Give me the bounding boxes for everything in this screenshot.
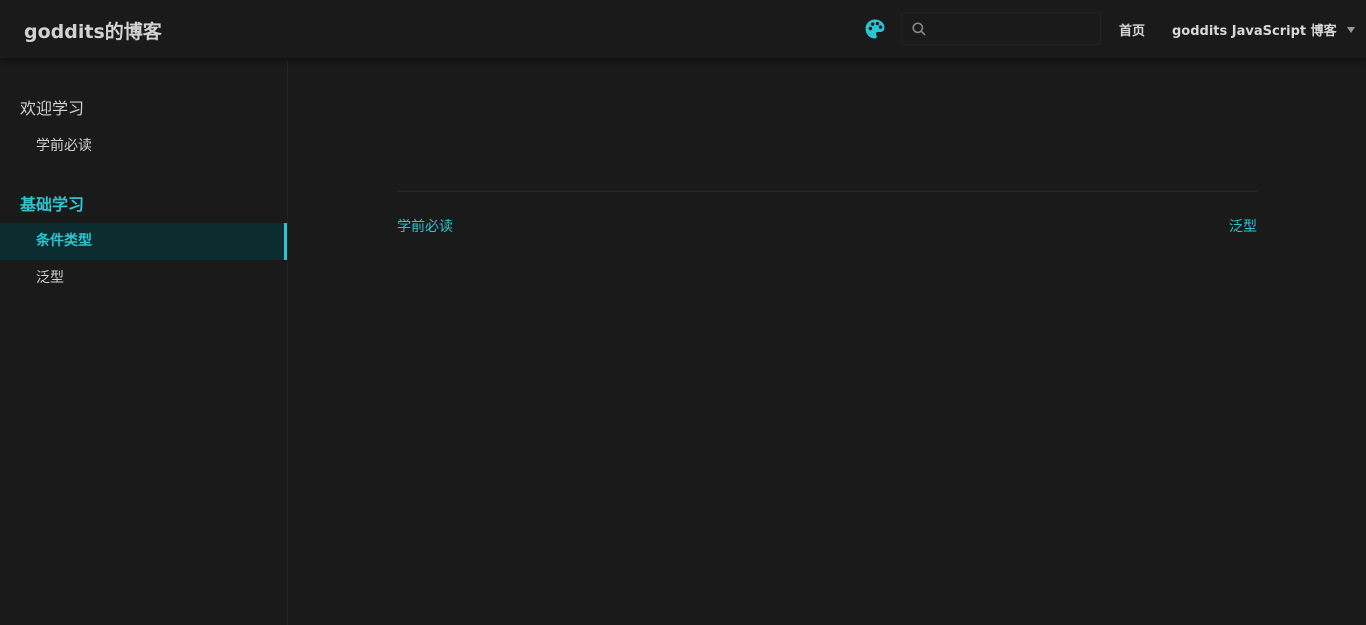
caret-down-icon (1346, 27, 1355, 33)
search-icon (911, 21, 927, 37)
sidebar-item-generics[interactable]: 泛型 (0, 260, 287, 297)
site-name[interactable]: goddits的博客 (24, 17, 162, 44)
search-input[interactable] (932, 13, 1096, 44)
nav-link-home[interactable]: 首页 (1119, 20, 1145, 39)
prev-page-link[interactable]: 学前必读 (397, 216, 453, 236)
navbar: goddits的博客 首页 goddits JavaScript 博客 (0, 0, 1366, 58)
nav-dropdown-blog[interactable]: goddits JavaScript 博客 (1172, 20, 1355, 39)
sidebar-item-conditional-types[interactable]: 条件类型 (0, 223, 287, 260)
palette-icon[interactable] (864, 18, 886, 40)
sidebar: 欢迎学习 学前必读 基础学习 条件类型 泛型 (0, 58, 288, 625)
sidebar-group-title-welcome[interactable]: 欢迎学习 (20, 95, 84, 119)
sidebar-item-prereading[interactable]: 学前必读 (0, 128, 287, 165)
search-box[interactable] (901, 12, 1101, 45)
next-page-link[interactable]: 泛型 (1229, 216, 1257, 236)
page-nav-divider (397, 191, 1257, 192)
nav-dropdown-label: goddits JavaScript 博客 (1172, 24, 1337, 39)
sidebar-group-title-basics[interactable]: 基础学习 (20, 191, 84, 215)
